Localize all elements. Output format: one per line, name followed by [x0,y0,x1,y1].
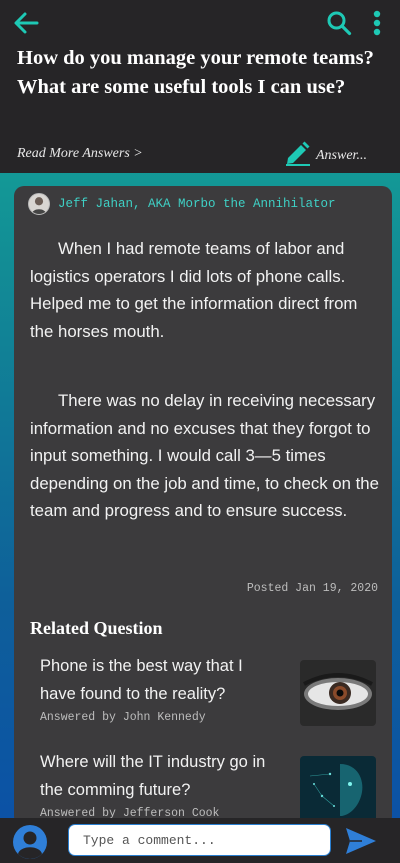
answer-label: Answer... [316,148,367,163]
related-question-heading: Related Question [30,618,163,638]
author-avatar [28,193,50,215]
related-question-item[interactable]: Where will the IT industry go in the com… [40,749,380,822]
send-icon[interactable] [344,826,378,856]
digital-face-image-thumbnail [300,756,376,822]
answer-paragraph: When I had remote teams of labor and log… [30,239,358,341]
search-icon[interactable] [326,10,352,36]
top-app-bar: How do you manage your remote teams? Wha… [0,0,400,173]
answer-button[interactable]: Answer... [284,138,367,166]
eye-image-thumbnail [300,660,376,726]
related-question-text: Phone is the best way that I have found … [40,657,243,703]
related-question-text: Where will the IT industry go in the com… [40,753,266,799]
user-avatar-icon[interactable] [12,824,48,860]
more-vert-icon[interactable] [368,9,386,37]
comment-bar [0,818,400,863]
author-name: Jeff Jahan, AKA Morbo the Annihilator [58,197,336,211]
pencil-edit-icon [286,141,310,166]
read-more-answers-link[interactable]: Read More Answers > [17,146,143,162]
related-question-item[interactable]: Phone is the best way that I have found … [40,653,380,726]
author-row[interactable]: Jeff Jahan, AKA Morbo the Annihilator [28,193,336,215]
question-title: How do you manage your remote teams? Wha… [17,47,374,98]
back-arrow-icon[interactable] [12,10,40,36]
comment-input[interactable] [68,824,331,856]
person-icon [31,197,47,214]
answer-paragraph: There was no delay in receiving necessar… [30,391,379,520]
posted-date: Posted Jan 19, 2020 [246,582,378,595]
answer-card: Jeff Jahan, AKA Morbo the Annihilator Wh… [14,186,392,826]
